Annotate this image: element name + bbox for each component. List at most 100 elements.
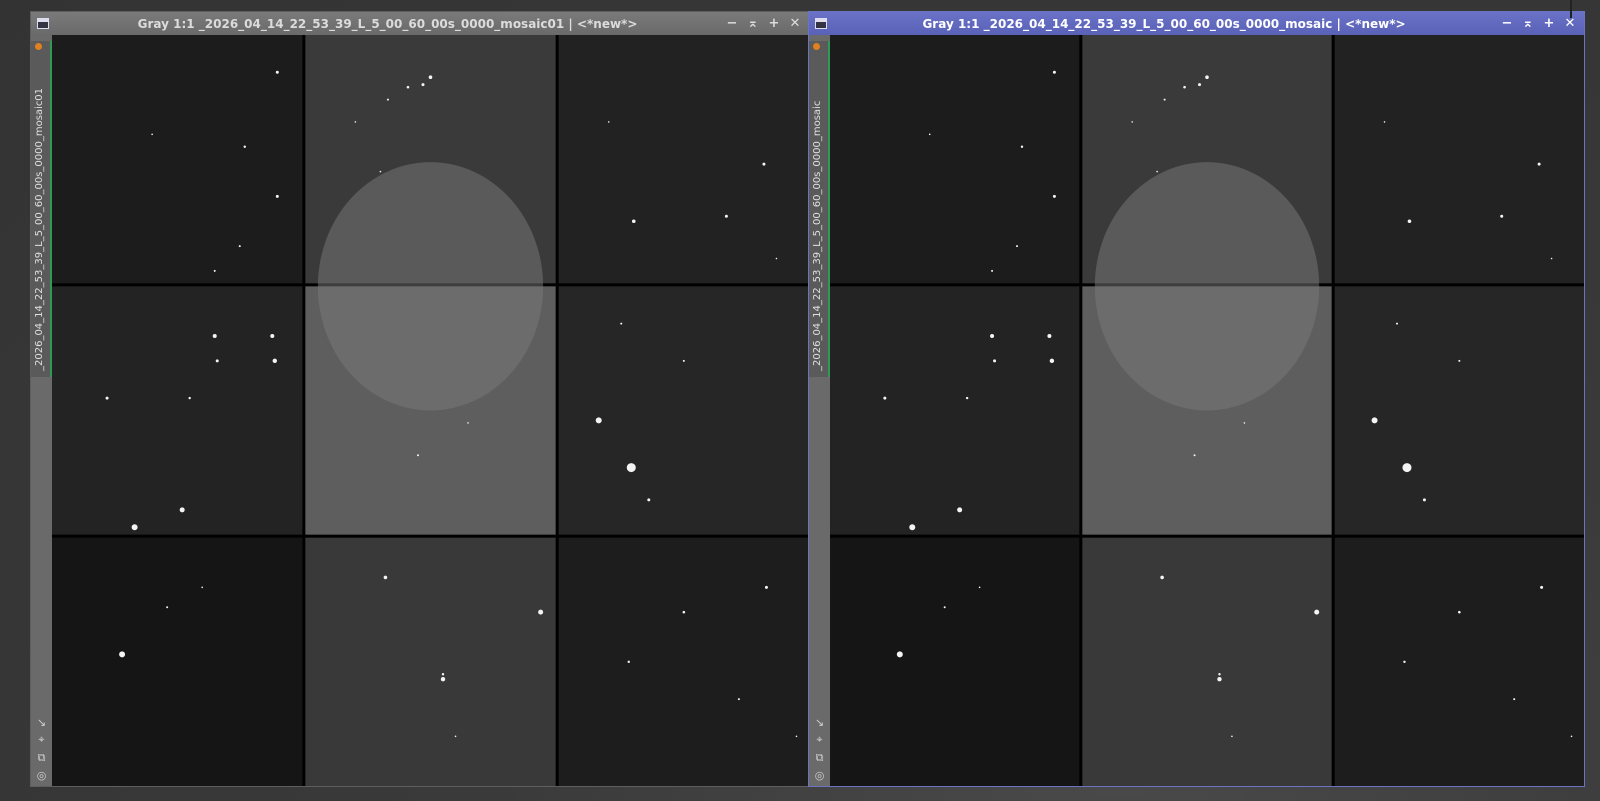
- fit-view-icon[interactable]: ↘: [815, 716, 824, 729]
- star: [275, 70, 279, 74]
- star: [1540, 585, 1544, 589]
- star: [957, 507, 963, 513]
- star: [270, 334, 275, 338]
- star: [1407, 219, 1412, 224]
- window-icon[interactable]: [815, 18, 827, 29]
- star: [627, 660, 630, 664]
- star: [201, 586, 203, 589]
- gradient-glow: [317, 162, 544, 411]
- star: [1205, 75, 1209, 80]
- image-window-mosaic[interactable]: Gray 1:1 _2026_04_14_22_53_39_L_5_00_60_…: [808, 11, 1585, 787]
- star: [737, 698, 740, 701]
- window-title: Gray 1:1 _2026_04_14_22_53_39_L_5_00_60_…: [922, 16, 1406, 31]
- shade-icon[interactable]: ⌅: [747, 16, 759, 31]
- star: [538, 609, 544, 615]
- star: [631, 219, 636, 224]
- view-tab-label: _2026_04_14_22_53_39_L_5_00_60_00s_0000_…: [812, 100, 823, 371]
- star: [1160, 575, 1164, 580]
- window-icon[interactable]: [37, 18, 49, 29]
- star: [272, 358, 277, 364]
- view-tab[interactable]: _2026_04_14_22_53_39_L_5_00_60_00s_0000_…: [809, 41, 830, 377]
- star: [1537, 162, 1541, 166]
- crosshair-icon[interactable]: ⌖: [816, 733, 822, 747]
- star: [467, 422, 469, 424]
- star: [595, 417, 602, 424]
- close-icon[interactable]: ✕: [1564, 16, 1576, 31]
- gradient-glow: [1094, 162, 1320, 411]
- star: [1513, 698, 1516, 701]
- mosaic-tile: [52, 35, 303, 284]
- star: [1402, 463, 1412, 473]
- mosaic-tile: [305, 537, 556, 786]
- star: [896, 651, 903, 658]
- star: [416, 454, 419, 457]
- maximize-icon[interactable]: +: [1543, 16, 1555, 31]
- star: [421, 83, 425, 87]
- view-tab[interactable]: _2026_04_14_22_53_39_L_5_00_60_00s_0000_…: [31, 41, 52, 377]
- mosaic-tile: [830, 286, 1080, 535]
- star: [883, 396, 887, 400]
- image-viewport[interactable]: [52, 35, 809, 786]
- star: [440, 677, 446, 682]
- mosaic-tile: [1334, 35, 1584, 284]
- star: [1131, 121, 1133, 123]
- star: [647, 498, 651, 502]
- star: [682, 610, 686, 614]
- star: [119, 651, 126, 658]
- star: [682, 359, 685, 362]
- view-status-dot: [813, 43, 820, 50]
- star: [928, 133, 931, 136]
- star: [1570, 735, 1573, 738]
- view-sidebar: _2026_04_14_22_53_39_L_5_00_60_00s_0000_…: [809, 35, 830, 786]
- star: [1052, 194, 1056, 198]
- star: [238, 245, 241, 248]
- star: [775, 257, 778, 260]
- star: [1422, 498, 1426, 502]
- star: [1458, 610, 1461, 614]
- star: [1314, 609, 1320, 615]
- star: [179, 507, 185, 513]
- crosshair-icon[interactable]: ⌖: [38, 733, 44, 747]
- window-title: Gray 1:1 _2026_04_14_22_53_39_L_5_00_60_…: [137, 16, 638, 31]
- star: [990, 334, 995, 338]
- star: [1049, 358, 1055, 364]
- star: [1550, 257, 1553, 260]
- star: [1396, 322, 1398, 325]
- target-icon[interactable]: ◎: [37, 769, 47, 782]
- mosaic-tile: [558, 537, 809, 786]
- star: [795, 735, 798, 738]
- star: [764, 585, 768, 589]
- image-window-mosaic01[interactable]: Gray 1:1 _2026_04_14_22_53_39_L_5_00_60_…: [30, 11, 810, 787]
- star: [607, 121, 610, 123]
- star: [131, 524, 138, 531]
- star: [1193, 454, 1196, 457]
- window-titlebar[interactable]: Gray 1:1 _2026_04_14_22_53_39_L_5_00_60_…: [809, 12, 1584, 35]
- star: [991, 269, 994, 272]
- star: [354, 121, 357, 123]
- mosaic-tile: [558, 286, 809, 535]
- minimize-icon[interactable]: −: [1501, 16, 1513, 31]
- close-icon[interactable]: ✕: [789, 16, 801, 31]
- target-icon[interactable]: ◎: [815, 769, 825, 782]
- star: [1047, 334, 1052, 338]
- image-viewport[interactable]: [830, 35, 1584, 786]
- star: [1403, 660, 1406, 664]
- star: [383, 575, 388, 580]
- star: [965, 396, 969, 400]
- star: [1458, 359, 1461, 362]
- desktop-edge: [1570, 0, 1572, 18]
- shade-icon[interactable]: ⌅: [1522, 16, 1534, 31]
- star: [1183, 85, 1186, 89]
- star: [1243, 422, 1246, 424]
- star: [1218, 673, 1221, 676]
- mosaic-tile: [1334, 286, 1584, 535]
- clone-view-icon[interactable]: ⧉: [38, 751, 46, 765]
- star: [212, 334, 217, 338]
- minimize-icon[interactable]: −: [726, 16, 738, 31]
- window-titlebar[interactable]: Gray 1:1 _2026_04_14_22_53_39_L_5_00_60_…: [31, 12, 809, 35]
- mosaic-tile: [830, 537, 1080, 786]
- star: [1371, 417, 1378, 424]
- maximize-icon[interactable]: +: [768, 16, 780, 31]
- fit-view-icon[interactable]: ↘: [37, 716, 46, 729]
- clone-view-icon[interactable]: ⧉: [816, 751, 824, 765]
